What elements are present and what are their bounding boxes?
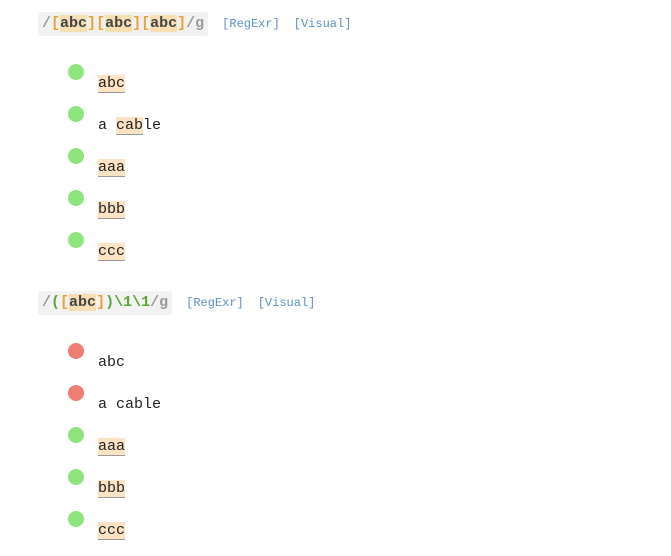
regex-header: /([abc])\1\1/g [RegExr] [Visual]	[38, 291, 315, 315]
regex-token-class: abc	[60, 15, 88, 32]
pass-status-dot	[68, 190, 84, 206]
regex-token-class: abc	[105, 15, 133, 32]
regex-token-group: )	[105, 294, 115, 311]
match-highlight: ccc	[98, 243, 126, 261]
match-highlight: cab	[116, 117, 144, 135]
regex-header: /[abc][abc][abc]/g [RegExr] [Visual]	[38, 12, 351, 36]
visual-link[interactable]: [Visual]	[294, 17, 352, 31]
regex-section: /[abc][abc][abc]/g [RegExr] [Visual] abc…	[38, 12, 351, 261]
visual-link[interactable]: [Visual]	[258, 296, 316, 310]
regex-token-slash: /	[42, 294, 52, 311]
test-string: a cable	[98, 116, 161, 136]
test-string: bbb	[98, 479, 126, 499]
test-text: abc	[98, 354, 126, 371]
regex-token-bracket: ]	[87, 15, 97, 32]
fail-status-dot	[68, 343, 84, 359]
regex-token-class: abc	[150, 15, 178, 32]
regex-section: /([abc])\1\1/g [RegExr] [Visual] abc a ca…	[38, 291, 315, 540]
regex-token-bracket: [	[51, 15, 61, 32]
match-highlight: bbb	[98, 201, 126, 219]
pass-status-dot	[68, 469, 84, 485]
regex-token-bracket: ]	[96, 294, 106, 311]
regex-pattern: /[abc][abc][abc]/g	[38, 12, 209, 36]
regex-token-flag: /g	[150, 294, 169, 311]
test-string: aaa	[98, 158, 126, 178]
regex-pattern: /([abc])\1\1/g	[38, 291, 173, 315]
regex-token-bracket: [	[141, 15, 151, 32]
pass-status-dot	[68, 427, 84, 443]
regex-token-slash: /	[42, 15, 52, 32]
pass-status-dot	[68, 106, 84, 122]
pass-status-dot	[68, 148, 84, 164]
regexr-link[interactable]: [RegExr]	[222, 17, 280, 31]
test-text: a	[98, 117, 117, 134]
regex-token-group: \1\1	[114, 294, 151, 311]
test-string: ccc	[98, 242, 126, 262]
regex-token-bracket: ]	[177, 15, 187, 32]
regexr-link[interactable]: [RegExr]	[186, 296, 244, 310]
test-string: ccc	[98, 521, 126, 541]
test-string: abc	[98, 74, 126, 94]
pass-status-dot	[68, 64, 84, 80]
test-string: abc	[98, 353, 125, 373]
match-highlight: bbb	[98, 480, 126, 498]
match-highlight: ccc	[98, 522, 126, 540]
match-highlight: abc	[98, 75, 126, 93]
regex-token-bracket: [	[60, 294, 70, 311]
fail-status-dot	[68, 385, 84, 401]
regex-token-bracket: ]	[132, 15, 142, 32]
match-highlight: aaa	[98, 438, 126, 456]
test-text: a cable	[98, 396, 162, 413]
pass-status-dot	[68, 232, 84, 248]
test-text: le	[143, 117, 162, 134]
regex-token-class: abc	[69, 294, 97, 311]
test-string: a cable	[98, 395, 161, 415]
test-string: aaa	[98, 437, 126, 457]
test-string: bbb	[98, 200, 126, 220]
pass-status-dot	[68, 511, 84, 527]
regex-token-group: (	[51, 294, 61, 311]
match-highlight: aaa	[98, 159, 126, 177]
regex-token-bracket: [	[96, 15, 106, 32]
regex-token-flag: /g	[186, 15, 205, 32]
